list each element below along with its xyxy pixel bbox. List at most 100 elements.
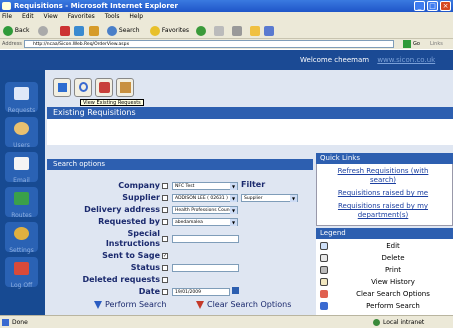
delivery-address-select[interactable]: Health Professions Council ▼ (172, 206, 238, 214)
funnel-icon (94, 300, 102, 309)
delivery-address-checkbox[interactable] (162, 207, 168, 213)
media-button[interactable] (196, 25, 206, 36)
stop-icon (60, 25, 70, 36)
chevron-down-icon: ▼ (230, 183, 237, 190)
calendar-icon[interactable] (232, 287, 239, 294)
messenger-button[interactable] (264, 25, 274, 36)
plus-icon (58, 83, 67, 92)
company-label: Company (118, 181, 160, 190)
status-checkbox[interactable] (162, 265, 168, 271)
sent-to-sage-checkbox[interactable]: ✓ (162, 253, 168, 259)
legend-print: Print (320, 265, 450, 275)
menu-help[interactable]: Help (129, 13, 143, 20)
chevron-down-icon: ▼ (290, 195, 297, 202)
site-link[interactable]: www.sicon.co.uk (377, 56, 435, 64)
left-nav: Requests Users Email Routes Settings Log… (0, 70, 45, 315)
requested-by-select[interactable]: abedamalea ▼ (172, 218, 238, 226)
print-button[interactable] (232, 25, 242, 36)
refresh-requisitions-link-line2[interactable]: search) (318, 176, 448, 184)
routes-icon (14, 192, 29, 205)
magnifier-icon (79, 82, 88, 92)
mail-icon (214, 25, 224, 36)
browser-toolbar: Back Search Favorites (0, 22, 453, 39)
refresh-button[interactable] (74, 25, 84, 36)
status-text: Done (12, 319, 28, 326)
nav-logoff[interactable]: Log Off (5, 257, 38, 289)
stop-button[interactable] (60, 25, 70, 36)
department-requisitions-link[interactable]: Requisitions raised by my (318, 202, 448, 210)
print-icon (320, 266, 328, 274)
package-button[interactable] (116, 78, 134, 97)
chevron-down-icon: ▼ (230, 195, 237, 202)
intranet-icon (373, 319, 380, 326)
menu-tools[interactable]: Tools (105, 13, 120, 20)
status-input[interactable] (172, 264, 239, 272)
supplier-select[interactable]: ADDISON LEE ( 02631 ) ▼ (172, 194, 238, 202)
approve-button[interactable] (95, 78, 113, 97)
department-requisitions-link-line2[interactable]: department(s) (318, 211, 448, 219)
title-bar: Requisitions - Microsoft Internet Explor… (0, 0, 453, 12)
menu-edit[interactable]: Edit (22, 13, 34, 20)
requested-by-checkbox[interactable] (162, 219, 168, 225)
logoff-icon (14, 262, 29, 275)
special-label: Special (127, 229, 160, 238)
address-input[interactable]: http://ncaa/Sicon.Web.Req/OrderView.aspx (24, 40, 394, 48)
my-requisitions-link[interactable]: Requisitions raised by me (318, 189, 448, 197)
back-arrow-icon (3, 25, 13, 36)
users-icon (14, 122, 29, 135)
tooltip: View Existing Requests (80, 99, 144, 106)
sent-to-sage-label: Sent to Sage (102, 251, 160, 260)
menu-bar: File Edit View Favorites Tools Help (0, 12, 453, 22)
back-button[interactable]: Back (3, 25, 30, 36)
deleted-requests-checkbox[interactable] (162, 277, 168, 283)
special-instructions-checkbox[interactable] (162, 236, 168, 242)
go-button[interactable]: Go (413, 39, 420, 49)
menu-favorites[interactable]: Favorites (68, 13, 95, 20)
existing-requisitions-list (47, 119, 453, 145)
home-button[interactable] (89, 25, 99, 36)
existing-requisitions-header: Existing Requisitions (47, 107, 453, 119)
date-checkbox[interactable] (162, 289, 168, 295)
date-label: Date (138, 287, 160, 296)
company-select[interactable]: NFC Test ▼ (172, 182, 238, 190)
nav-email[interactable]: Email (5, 152, 38, 184)
legend-perform: Perform Search (320, 301, 450, 311)
menu-view[interactable]: View (44, 13, 58, 20)
messenger-icon (264, 25, 274, 36)
company-checkbox[interactable] (162, 183, 168, 189)
maximize-button[interactable]: □ (427, 1, 438, 11)
folder-button[interactable] (250, 25, 260, 36)
star-icon (150, 25, 160, 36)
favorites-button[interactable]: Favorites (150, 25, 189, 36)
links-button[interactable]: Links (430, 39, 443, 49)
print-icon (232, 25, 242, 36)
window-title: Requisitions - Microsoft Internet Explor… (14, 2, 178, 10)
email-icon (14, 157, 29, 170)
home-icon (89, 25, 99, 36)
supplier-checkbox[interactable] (162, 195, 168, 201)
clear-search-button[interactable]: Clear Search Options (196, 300, 291, 309)
view-existing-button[interactable] (74, 78, 92, 97)
perform-search-button[interactable]: Perform Search (94, 300, 166, 309)
delivery-address-label: Delivery address (84, 205, 160, 214)
refresh-requisitions-link[interactable]: Refresh Requisitions (with (318, 167, 448, 175)
nav-users[interactable]: Users (5, 117, 38, 149)
new-request-button[interactable] (53, 78, 71, 97)
gear-icon (14, 227, 29, 240)
date-input[interactable]: 19/01/2009 (172, 288, 230, 296)
search-button[interactable]: Search (107, 25, 140, 36)
go-arrow-icon[interactable] (403, 40, 411, 48)
nav-settings[interactable]: Settings (5, 222, 38, 254)
clear-funnel-icon (320, 290, 328, 298)
mail-button[interactable] (214, 25, 224, 36)
special-instructions-input[interactable] (172, 235, 239, 243)
nav-requests[interactable]: Requests (5, 82, 38, 114)
forward-button[interactable] (38, 25, 48, 36)
filter-select[interactable]: Supplier ▼ (241, 194, 298, 202)
minimize-button[interactable]: _ (414, 1, 425, 11)
menu-file[interactable]: File (2, 13, 12, 20)
welcome-text: Welcome cheemam (300, 56, 370, 64)
nav-routes[interactable]: Routes (5, 187, 38, 219)
close-button[interactable]: × (440, 1, 451, 11)
requested-by-label: Requested by (98, 217, 160, 226)
